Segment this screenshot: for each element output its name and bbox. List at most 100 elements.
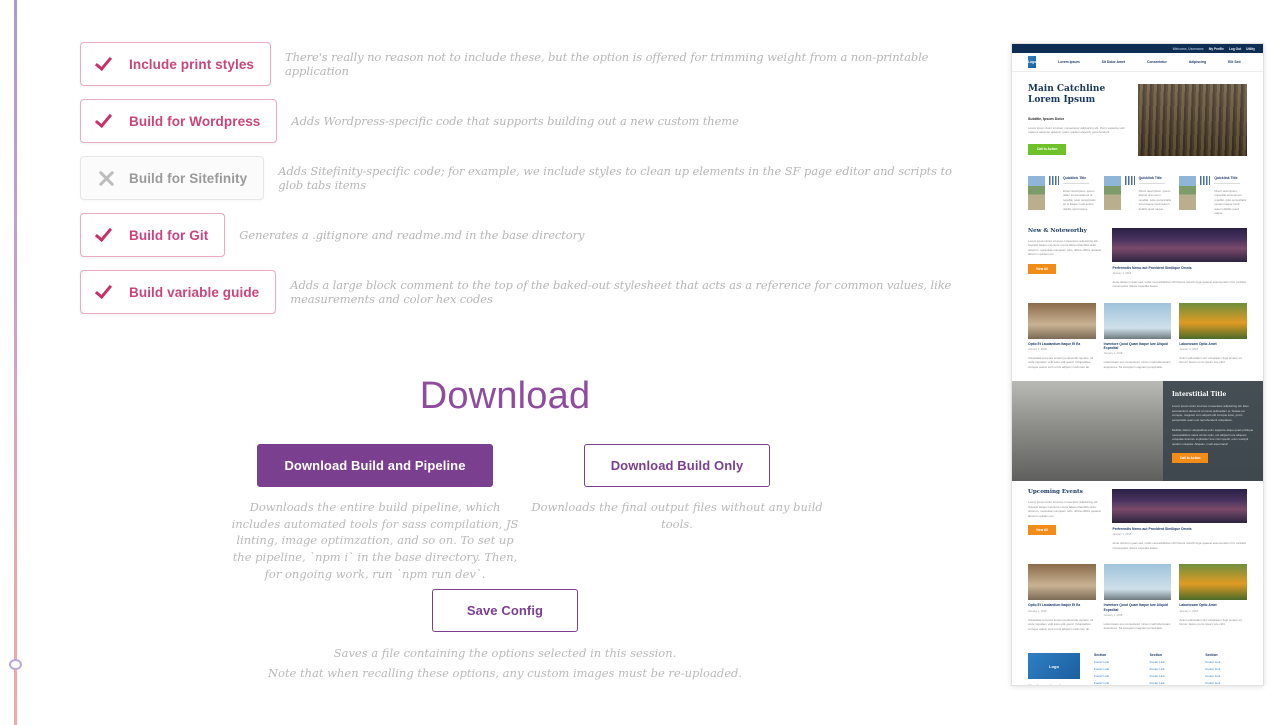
preview-article-card[interactable]: Inventore Quod Quam Itaque Iure Aliquid … [1103, 302, 1172, 370]
preview-article-body: Voluptates tempora tenetur perferendis r… [1028, 355, 1094, 369]
preview-event-date: January 1, 2018 [1179, 609, 1198, 613]
preview-my-profile-link[interactable]: My Profile [1209, 47, 1224, 51]
preview-footer-link[interactable]: Footer Link [1150, 674, 1192, 678]
preview-footer-link[interactable]: Footer Link [1150, 667, 1192, 671]
preview-footer-link[interactable]: Footer Link [1205, 660, 1247, 664]
preview-article-title: Laboriosam Optio Amet [1179, 341, 1217, 346]
preview-events-feature-date: January 1, 2018 [1112, 533, 1132, 537]
building-icon [1200, 176, 1211, 185]
option-description: Adds Sitefinity-specific code; for examp… [278, 164, 952, 192]
toggle-label: Build for Wordpress [129, 113, 261, 129]
preview-events-section: Upcoming Events Lorem ipsum dolor sit am… [1012, 481, 1263, 560]
toggle-build-variable-guide[interactable]: Build variable guide [80, 270, 277, 314]
preview-quicklink-title: Quicklink Title [1138, 176, 1162, 180]
preview-nav-item-1[interactable]: Sit Dolor Amet [1102, 60, 1125, 64]
preview-article-body: Animi quibusdam sint voluptatem fugit te… [1179, 355, 1243, 365]
preview-footer-link[interactable]: Footer Link [1150, 681, 1192, 685]
download-pipeline-caption: Downloads the entire build pipeline, whi… [231, 500, 519, 581]
toggle-label: Include print styles [129, 56, 255, 72]
toggle-build-for-wordpress[interactable]: Build for Wordpress [80, 99, 278, 143]
preview-events-body: Lorem ipsum dolor sit amet consectetur a… [1028, 500, 1101, 518]
download-build-and-pipeline-button[interactable]: Download Build and Pipeline [257, 444, 493, 487]
preview-utility-dropdown[interactable]: Utility [1246, 47, 1255, 51]
preview-footer-link[interactable]: Footer Link [1094, 660, 1136, 664]
preview-quicklink-card[interactable]: Quicklink Title Direct description, ipsu… [1103, 176, 1172, 216]
toggle-include-print-styles[interactable]: Include print styles [80, 42, 272, 86]
preview-nav-item-4[interactable]: Elit Sed [1228, 60, 1240, 64]
toggle-build-for-git[interactable]: Build for Git [80, 213, 226, 257]
preview-events-feature-body: Amet dolorum quas sed, nobis necessitati… [1112, 541, 1246, 550]
option-row: Build for Git Generates a .gitignore and… [80, 213, 960, 257]
preview-events-heading: Upcoming Events [1028, 489, 1083, 496]
preview-footer-link[interactable]: Footer Link [1094, 681, 1136, 685]
preview-footer-link[interactable]: Footer Link [1205, 674, 1247, 678]
option-description: Adds Wordpress-specific code that suppor… [291, 114, 739, 128]
preview-quicklink-card[interactable]: Quicklink Title Direct description, ipsu… [1028, 176, 1096, 216]
download-build-only-button[interactable]: Download Build Only [583, 444, 771, 487]
toggle-build-for-sitefinity[interactable]: Build for Sitefinity [80, 156, 265, 200]
option-row: Include print styles There's really no r… [80, 42, 960, 86]
preview-news-feature[interactable]: Perferendis Nemo aut Provident Similique… [1112, 227, 1247, 289]
preview-nav-item-3[interactable]: Adipiscing [1189, 60, 1206, 64]
preview-footer-logo[interactable]: Logo [1028, 653, 1080, 680]
preview-news-section: New & Noteworthy Lorem ipsum dolor sit a… [1012, 220, 1263, 299]
save-config-button[interactable]: Save Config [431, 589, 579, 632]
preview-interstitial-title: Interstitial Title [1172, 391, 1227, 399]
preview-event-card[interactable]: Inventore Quod Quam Itaque Iure Aliquid … [1103, 564, 1172, 631]
option-row: Build for Sitefinity Adds Sitefinity-spe… [80, 156, 960, 200]
preview-footer: Logo  in ◉ ◎ 123 Somestreet Rd. Citynam… [1012, 643, 1263, 685]
build-options-list: Include print styles There's really no r… [80, 42, 960, 327]
preview-events-intro: Upcoming Events Lorem ipsum dolor sit am… [1028, 489, 1102, 550]
preview-quicklink-thumb [1179, 176, 1197, 210]
preview-utility-bar: Welcome, Username My Profile Log Out Uti… [1012, 44, 1263, 53]
check-icon [94, 109, 117, 132]
preview-log-out-link[interactable]: Log Out [1229, 47, 1241, 51]
preview-news-body: Lorem ipsum dolor sit amet consectetur a… [1028, 238, 1101, 257]
preview-footer-link[interactable]: Footer Link [1205, 681, 1247, 685]
preview-news-feature-title: Perferendis Nemo aut Provident Similique… [1112, 265, 1192, 270]
building-icon [1049, 176, 1059, 185]
preview-interstitial-cta-button[interactable]: Call to Action [1172, 453, 1209, 464]
preview-article-card[interactable]: Laboriosam Optio Amet January 1, 2018 An… [1179, 302, 1248, 370]
preview-footer-brand: Logo  in ◉ ◎ 123 Somestreet Rd. Citynam… [1028, 653, 1080, 685]
preview-quicklink-title: Quicklink Title [1214, 176, 1238, 180]
option-description: There's really no reason not to include … [285, 50, 929, 78]
social-icons[interactable]:  in ◉ ◎ [1028, 684, 1080, 685]
preview-footer-link[interactable]: Footer Link [1094, 667, 1136, 671]
preview-main-nav: Logo Lorem Ipsum Sit Dolor Amet Consecte… [1012, 53, 1263, 72]
preview-event-date: January 1, 2018 [1028, 609, 1047, 613]
preview-footer-link[interactable]: Footer Link [1094, 674, 1136, 678]
preview-welcome-text: Welcome, Username [1172, 46, 1204, 51]
preview-logo[interactable]: Logo [1028, 56, 1037, 68]
save-config-area: Save Config Saves a file containing the … [0, 589, 1010, 680]
preview-quicklink-card[interactable]: Quicklink Title Direct description, impe… [1179, 176, 1247, 216]
check-icon [94, 52, 117, 75]
preview-event-card[interactable]: Optio Et Laudantium Itaque Et Ea January… [1028, 564, 1096, 631]
preview-footer-link[interactable]: Footer Link [1205, 667, 1247, 671]
download-heading: Download [419, 375, 591, 417]
preview-event-body: Voluptates tempora tenetur perferendis r… [1028, 617, 1094, 631]
preview-events-feature[interactable]: Perferendis Nemo aut Provident Similique… [1112, 489, 1247, 550]
check-icon [94, 280, 117, 303]
preview-events-cards-row: Optio Et Laudantium Itaque Et Ea January… [1012, 560, 1263, 643]
option-description: Adds a large block comment to the top of… [290, 278, 952, 306]
preview-hero-image-forest [1138, 84, 1247, 156]
preview-event-date: January 1, 2018 [1103, 613, 1123, 617]
preview-footer-link[interactable]: Footer Link [1150, 660, 1192, 664]
preview-event-card[interactable]: Laboriosam Optio Amet January 1, 2018 An… [1179, 564, 1248, 631]
preview-nav-item-0[interactable]: Lorem Ipsum [1058, 60, 1079, 64]
site-preview-panel[interactable]: Welcome, Username My Profile Log Out Uti… [1011, 43, 1264, 686]
divider [1214, 182, 1241, 184]
download-only-caption: Downloads the final output files without… [531, 500, 823, 531]
preview-nav-item-2[interactable]: Consectetur [1147, 60, 1167, 64]
preview-interstitial-panel: Interstitial Title Lorem ipsum dolor sit… [1163, 381, 1263, 482]
preview-article-card[interactable]: Optio Et Laudantium Itaque Et Ea January… [1028, 302, 1096, 370]
preview-events-view-all-button[interactable]: View All [1028, 525, 1057, 536]
preview-quicklink-body: Direct description, ipsum ullam sit accu… [1063, 188, 1096, 211]
preview-news-view-all-button[interactable]: View All [1028, 263, 1057, 274]
preview-article-date: January 1, 2018 [1103, 352, 1123, 356]
check-icon [94, 223, 117, 246]
preview-hero-cta-button[interactable]: Call to Action [1028, 143, 1067, 155]
preview-news-feature-date: January 1, 2018 [1112, 271, 1132, 275]
option-row: Build variable guide Adds a large block … [80, 270, 960, 314]
